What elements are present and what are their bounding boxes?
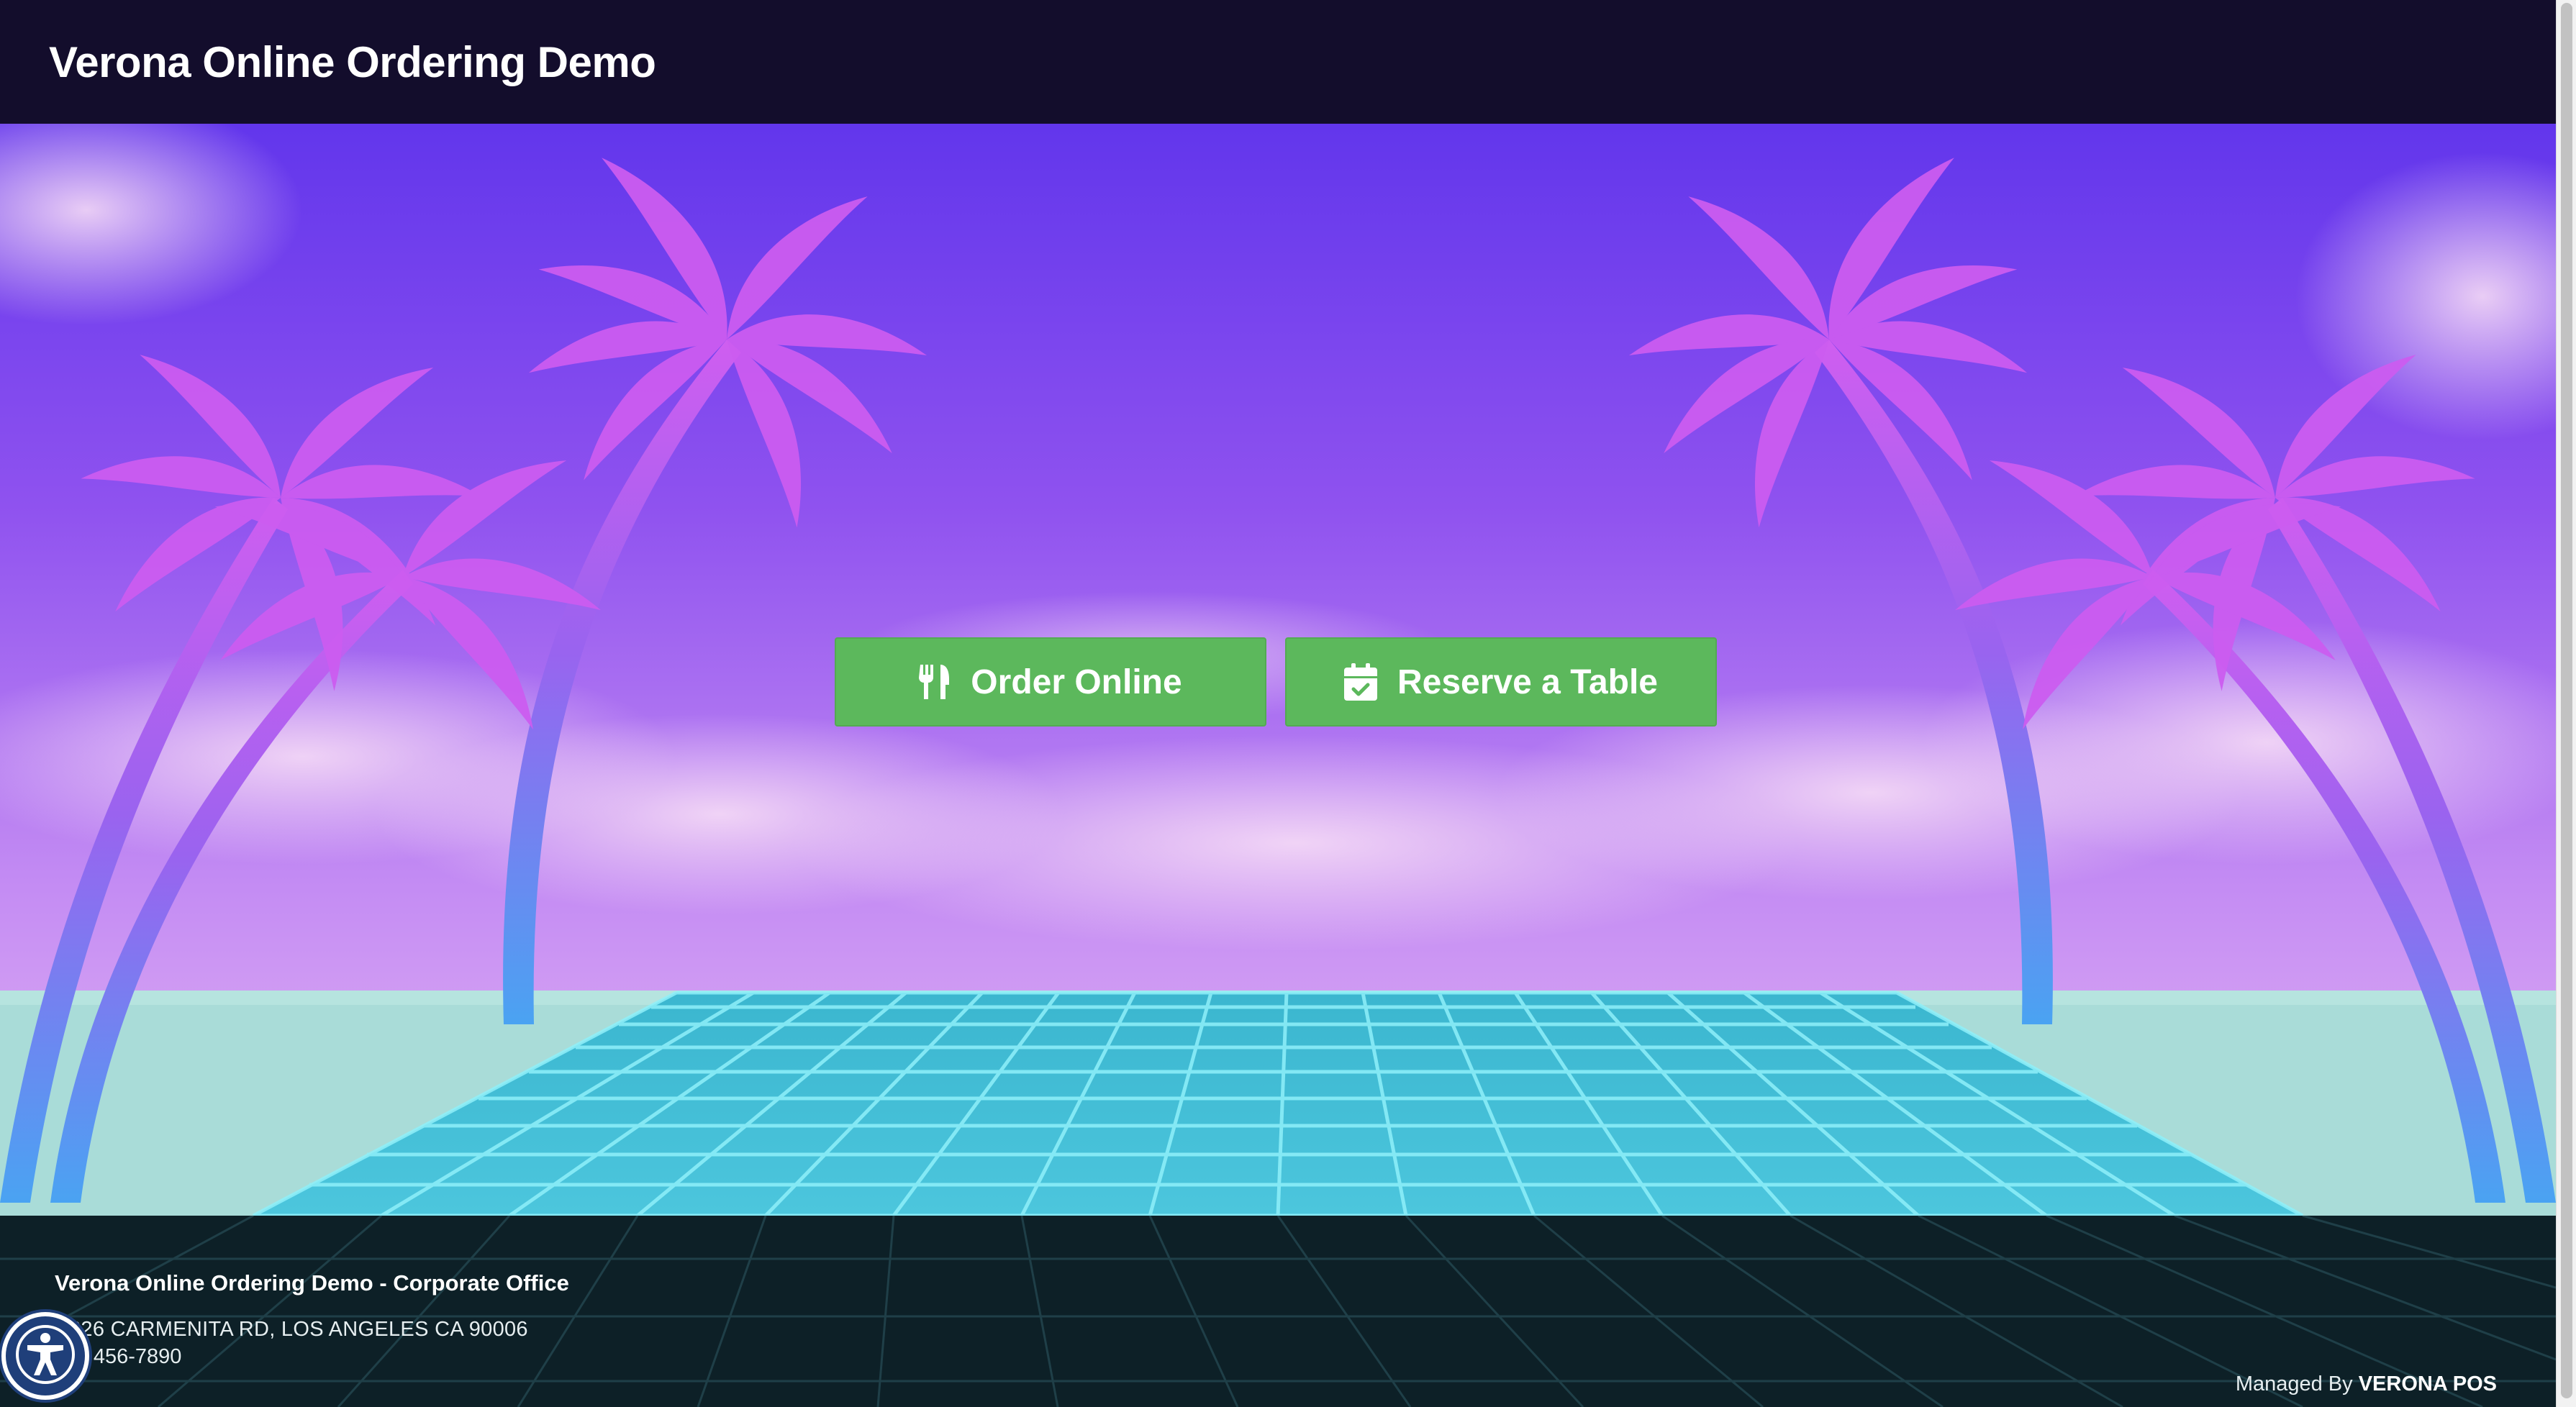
utensils-icon [919,663,951,701]
managed-by-label: Managed By [2235,1372,2353,1395]
reserve-table-label: Reserve a Table [1397,662,1658,701]
accessibility-button[interactable] [1,1312,89,1400]
footer-grid-decoration [0,1216,2556,1407]
cta-buttons: Order Online Reserve a Table [835,637,1717,727]
page: Verona Online Ordering Demo Order Online… [0,0,2576,1407]
office-name: Verona Online Ordering Demo - Corporate … [55,1270,569,1296]
verona-pos-link[interactable]: VERONA POS [2359,1372,2497,1395]
reserve-table-button[interactable]: Reserve a Table [1285,637,1717,727]
page-scrollbar[interactable] [2556,0,2576,1407]
calendar-check-icon [1344,663,1377,701]
managed-by: Managed By VERONA POS [2236,1372,2497,1396]
hero-section: Order Online Reserve a Table [0,124,2556,1216]
accessibility-icon [14,1324,76,1389]
site-title[interactable]: Verona Online Ordering Demo [49,37,656,87]
order-online-label: Order Online [971,662,1182,701]
office-address: 626 CARMENITA RD, LOS ANGELES CA 90006 [69,1318,528,1341]
site-header: Verona Online Ordering Demo [0,0,2556,124]
order-online-button[interactable]: Order Online [835,637,1266,727]
site-footer: Verona Online Ordering Demo - Corporate … [0,1216,2556,1407]
scrollbar-thumb[interactable] [2561,3,2572,1398]
